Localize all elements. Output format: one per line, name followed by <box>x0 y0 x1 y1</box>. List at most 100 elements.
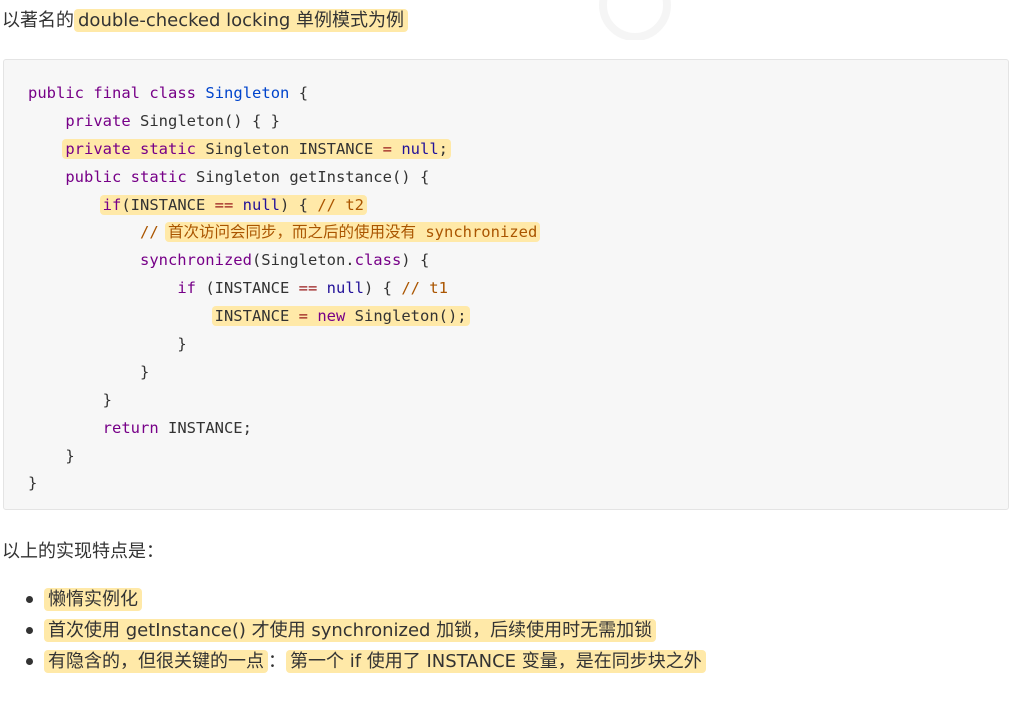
code-token: // t1 <box>401 279 448 298</box>
code-line-text: } <box>28 474 37 492</box>
list-item-text: 第一个 if 使用了 INSTANCE 变量，是在同步块之外 <box>286 650 706 673</box>
code-token: synchronized <box>139 251 252 270</box>
code-token: ; <box>438 139 448 158</box>
watermark-logo-top <box>599 0 671 40</box>
code-token: private <box>65 111 131 130</box>
code-token: class <box>149 84 197 102</box>
code-content: public final class Singleton { private S… <box>28 80 541 498</box>
code-line: synchronized(Singleton.class) { <box>28 247 540 275</box>
intro-paragraph: 以著名的 double-checked locking 单例模式为例 <box>2 7 409 35</box>
code-line-text: if (INSTANCE == null) { // t1 <box>177 279 448 297</box>
code-line-text: // 首次访问会同步，而之后的使用没有 synchronized <box>139 222 541 243</box>
code-line: } <box>28 387 540 415</box>
code-token: } <box>102 390 112 409</box>
code-line: public final class Singleton { <box>28 80 540 108</box>
code-token: } <box>65 446 75 465</box>
bullet-dot-icon <box>26 658 33 665</box>
code-line-text: synchronized(Singleton.class) { <box>140 251 429 269</box>
list-item: 首次使用 getInstance() 才使用 synchronized 加锁，后… <box>0 615 706 646</box>
code-line: return INSTANCE; <box>28 415 540 443</box>
code-line: private static Singleton INSTANCE = null… <box>28 136 540 164</box>
feature-list: 懒惰实例化首次使用 getInstance() 才使用 synchronized… <box>0 584 706 677</box>
code-line-highlight: if(INSTANCE == null) { // t2 <box>99 194 367 215</box>
code-token: final <box>93 84 141 102</box>
code-line: } <box>28 470 540 498</box>
list-item-text: 懒惰实例化 <box>44 588 142 611</box>
code-line-text: } <box>103 391 112 409</box>
code-token: (Singleton. <box>251 251 355 270</box>
code-token: Singleton <box>205 84 290 102</box>
list-item: 有隐含的，但很关键的一点：第一个 if 使用了 INSTANCE 变量，是在同步… <box>0 646 706 677</box>
code-line: if (INSTANCE == null) { // t1 <box>28 275 540 303</box>
code-token: Singleton(); <box>345 307 467 326</box>
code-line: INSTANCE = new Singleton(); <box>28 303 540 331</box>
code-token: null <box>401 139 439 158</box>
code-line-text: } <box>140 363 149 381</box>
code-line: public static Singleton getInstance() { <box>28 164 540 192</box>
list-item-text: ： <box>268 651 286 672</box>
code-line-highlight: private static Singleton INSTANCE = null… <box>62 138 451 159</box>
code-token: // <box>139 223 168 242</box>
code-line-text: } <box>65 447 74 465</box>
code-line-highlight: INSTANCE = new Singleton(); <box>211 306 470 327</box>
code-token: private <box>65 139 131 158</box>
code-line: if(INSTANCE == null) { // t2 <box>28 192 540 220</box>
code-token: = <box>298 307 308 326</box>
summary-heading: 以上的实现特点是： <box>2 541 164 562</box>
list-item-text: 有隐含的，但很关键的一点 <box>44 650 268 673</box>
code-token: if <box>102 195 122 214</box>
code-token: = <box>382 139 392 158</box>
code-token: Singleton INSTANCE <box>196 139 383 158</box>
code-line: } <box>28 359 540 387</box>
code-token: INSTANCE; <box>158 418 252 437</box>
code-token: Singleton() { } <box>130 111 280 130</box>
intro-prefix: 以著名的 <box>2 10 74 31</box>
code-token: } <box>139 362 150 381</box>
code-token: static <box>130 167 187 186</box>
bullet-dot-icon <box>26 596 33 603</box>
list-item: 懒惰实例化 <box>0 584 706 615</box>
code-line: private Singleton() { } <box>28 108 540 136</box>
code-token: } <box>28 474 38 493</box>
code-token: } <box>177 335 187 354</box>
code-token: ) { <box>363 279 402 298</box>
code-token: ) { <box>280 195 318 214</box>
intro-highlight: double-checked locking 单例模式为例 <box>74 9 409 32</box>
code-token: (INSTANCE <box>195 279 299 298</box>
code-token: return <box>102 418 159 437</box>
code-line-text: public static Singleton getInstance() { <box>65 168 429 186</box>
code-token: public <box>65 167 122 186</box>
code-line: // 首次访问会同步，而之后的使用没有 synchronized <box>28 219 541 247</box>
code-line-text: } <box>177 335 186 353</box>
code-token: ) { <box>401 251 430 270</box>
list-item-text: 首次使用 getInstance() 才使用 synchronized 加锁，后… <box>44 619 657 642</box>
code-token: == <box>298 279 318 298</box>
code-token: public <box>28 84 84 102</box>
code-line-text: private Singleton() { } <box>65 112 280 130</box>
code-token: (INSTANCE <box>121 195 215 214</box>
code-token: new <box>317 307 346 326</box>
code-token: null <box>242 195 280 214</box>
code-token: class <box>354 251 402 270</box>
code-line: } <box>28 443 540 471</box>
code-line-text: return INSTANCE; <box>103 419 252 437</box>
code-token: 首次访问会同步，而之后的使用没有 synchronized <box>164 222 541 243</box>
code-token: Singleton getInstance() { <box>186 167 430 186</box>
code-line: } <box>28 331 540 359</box>
code-token: if <box>177 279 196 298</box>
code-block: public final class Singleton { private S… <box>3 59 1009 510</box>
code-token: { <box>289 84 309 102</box>
code-token: // t2 <box>317 195 364 214</box>
code-token: == <box>214 195 234 214</box>
code-token: INSTANCE <box>214 307 299 326</box>
bullet-dot-icon <box>26 627 33 634</box>
